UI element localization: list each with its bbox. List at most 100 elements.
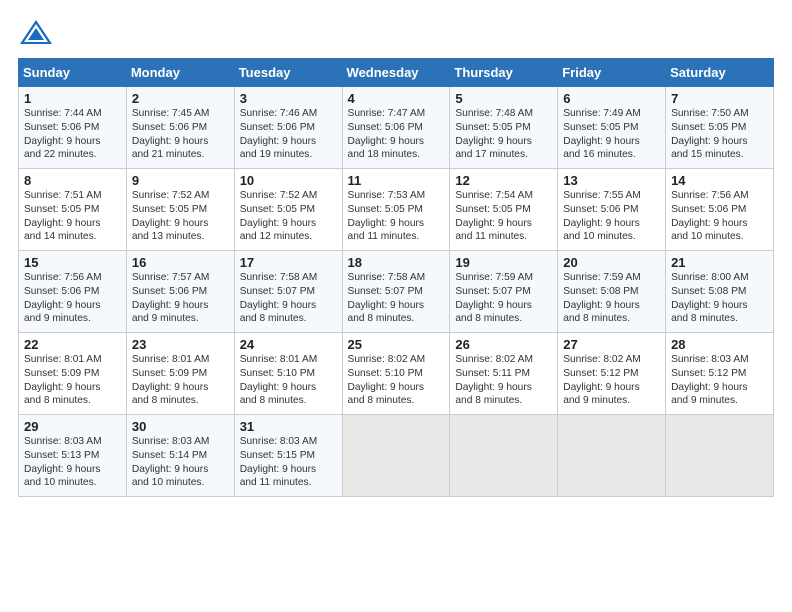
day-info: Sunrise: 7:58 AM Sunset: 5:07 PM Dayligh… xyxy=(240,271,337,326)
calendar-cell: 31Sunrise: 8:03 AM Sunset: 5:15 PM Dayli… xyxy=(234,415,342,497)
calendar-cell: 3Sunrise: 7:46 AM Sunset: 5:06 PM Daylig… xyxy=(234,87,342,169)
day-number: 22 xyxy=(24,337,121,352)
day-number: 10 xyxy=(240,173,337,188)
day-number: 4 xyxy=(348,91,445,106)
day-info: Sunrise: 7:54 AM Sunset: 5:05 PM Dayligh… xyxy=(455,189,552,244)
calendar-cell: 4Sunrise: 7:47 AM Sunset: 5:06 PM Daylig… xyxy=(342,87,450,169)
day-info: Sunrise: 7:47 AM Sunset: 5:06 PM Dayligh… xyxy=(348,107,445,162)
day-number: 3 xyxy=(240,91,337,106)
day-info: Sunrise: 7:49 AM Sunset: 5:05 PM Dayligh… xyxy=(563,107,660,162)
day-number: 5 xyxy=(455,91,552,106)
logo-icon xyxy=(18,18,54,48)
week-row-1: 1Sunrise: 7:44 AM Sunset: 5:06 PM Daylig… xyxy=(19,87,774,169)
calendar-cell: 28Sunrise: 8:03 AM Sunset: 5:12 PM Dayli… xyxy=(666,333,774,415)
day-number: 16 xyxy=(132,255,229,270)
day-info: Sunrise: 7:48 AM Sunset: 5:05 PM Dayligh… xyxy=(455,107,552,162)
day-number: 30 xyxy=(132,419,229,434)
calendar-cell: 26Sunrise: 8:02 AM Sunset: 5:11 PM Dayli… xyxy=(450,333,558,415)
calendar-cell: 25Sunrise: 8:02 AM Sunset: 5:10 PM Dayli… xyxy=(342,333,450,415)
day-number: 18 xyxy=(348,255,445,270)
calendar-cell: 2Sunrise: 7:45 AM Sunset: 5:06 PM Daylig… xyxy=(126,87,234,169)
day-number: 25 xyxy=(348,337,445,352)
day-info: Sunrise: 8:02 AM Sunset: 5:10 PM Dayligh… xyxy=(348,353,445,408)
calendar-cell: 22Sunrise: 8:01 AM Sunset: 5:09 PM Dayli… xyxy=(19,333,127,415)
day-info: Sunrise: 8:01 AM Sunset: 5:09 PM Dayligh… xyxy=(132,353,229,408)
day-info: Sunrise: 7:50 AM Sunset: 5:05 PM Dayligh… xyxy=(671,107,768,162)
week-row-5: 29Sunrise: 8:03 AM Sunset: 5:13 PM Dayli… xyxy=(19,415,774,497)
day-header-saturday: Saturday xyxy=(666,59,774,87)
day-header-sunday: Sunday xyxy=(19,59,127,87)
calendar-cell: 30Sunrise: 8:03 AM Sunset: 5:14 PM Dayli… xyxy=(126,415,234,497)
day-info: Sunrise: 8:03 AM Sunset: 5:12 PM Dayligh… xyxy=(671,353,768,408)
day-info: Sunrise: 8:03 AM Sunset: 5:14 PM Dayligh… xyxy=(132,435,229,490)
calendar-cell: 6Sunrise: 7:49 AM Sunset: 5:05 PM Daylig… xyxy=(558,87,666,169)
calendar-cell: 12Sunrise: 7:54 AM Sunset: 5:05 PM Dayli… xyxy=(450,169,558,251)
day-info: Sunrise: 7:59 AM Sunset: 5:08 PM Dayligh… xyxy=(563,271,660,326)
page-container: SundayMondayTuesdayWednesdayThursdayFrid… xyxy=(0,0,792,507)
calendar-cell: 21Sunrise: 8:00 AM Sunset: 5:08 PM Dayli… xyxy=(666,251,774,333)
calendar-cell xyxy=(342,415,450,497)
day-number: 31 xyxy=(240,419,337,434)
day-header-wednesday: Wednesday xyxy=(342,59,450,87)
week-row-3: 15Sunrise: 7:56 AM Sunset: 5:06 PM Dayli… xyxy=(19,251,774,333)
day-number: 26 xyxy=(455,337,552,352)
calendar-cell xyxy=(450,415,558,497)
week-row-2: 8Sunrise: 7:51 AM Sunset: 5:05 PM Daylig… xyxy=(19,169,774,251)
day-number: 28 xyxy=(671,337,768,352)
day-number: 13 xyxy=(563,173,660,188)
day-number: 6 xyxy=(563,91,660,106)
calendar-cell: 1Sunrise: 7:44 AM Sunset: 5:06 PM Daylig… xyxy=(19,87,127,169)
day-info: Sunrise: 7:52 AM Sunset: 5:05 PM Dayligh… xyxy=(132,189,229,244)
calendar-cell: 5Sunrise: 7:48 AM Sunset: 5:05 PM Daylig… xyxy=(450,87,558,169)
day-info: Sunrise: 7:53 AM Sunset: 5:05 PM Dayligh… xyxy=(348,189,445,244)
day-info: Sunrise: 8:02 AM Sunset: 5:12 PM Dayligh… xyxy=(563,353,660,408)
day-info: Sunrise: 7:52 AM Sunset: 5:05 PM Dayligh… xyxy=(240,189,337,244)
header xyxy=(18,18,774,48)
day-info: Sunrise: 7:57 AM Sunset: 5:06 PM Dayligh… xyxy=(132,271,229,326)
day-number: 15 xyxy=(24,255,121,270)
calendar-cell: 29Sunrise: 8:03 AM Sunset: 5:13 PM Dayli… xyxy=(19,415,127,497)
day-header-tuesday: Tuesday xyxy=(234,59,342,87)
day-info: Sunrise: 8:01 AM Sunset: 5:09 PM Dayligh… xyxy=(24,353,121,408)
calendar-cell: 18Sunrise: 7:58 AM Sunset: 5:07 PM Dayli… xyxy=(342,251,450,333)
day-info: Sunrise: 7:51 AM Sunset: 5:05 PM Dayligh… xyxy=(24,189,121,244)
day-number: 7 xyxy=(671,91,768,106)
calendar-cell: 8Sunrise: 7:51 AM Sunset: 5:05 PM Daylig… xyxy=(19,169,127,251)
day-info: Sunrise: 8:03 AM Sunset: 5:15 PM Dayligh… xyxy=(240,435,337,490)
day-number: 8 xyxy=(24,173,121,188)
day-number: 19 xyxy=(455,255,552,270)
calendar-cell: 15Sunrise: 7:56 AM Sunset: 5:06 PM Dayli… xyxy=(19,251,127,333)
calendar-cell: 19Sunrise: 7:59 AM Sunset: 5:07 PM Dayli… xyxy=(450,251,558,333)
day-header-friday: Friday xyxy=(558,59,666,87)
calendar-cell: 7Sunrise: 7:50 AM Sunset: 5:05 PM Daylig… xyxy=(666,87,774,169)
calendar-cell: 23Sunrise: 8:01 AM Sunset: 5:09 PM Dayli… xyxy=(126,333,234,415)
day-number: 21 xyxy=(671,255,768,270)
day-info: Sunrise: 7:56 AM Sunset: 5:06 PM Dayligh… xyxy=(671,189,768,244)
day-number: 29 xyxy=(24,419,121,434)
calendar-cell: 10Sunrise: 7:52 AM Sunset: 5:05 PM Dayli… xyxy=(234,169,342,251)
day-info: Sunrise: 7:58 AM Sunset: 5:07 PM Dayligh… xyxy=(348,271,445,326)
day-number: 9 xyxy=(132,173,229,188)
day-number: 2 xyxy=(132,91,229,106)
day-info: Sunrise: 7:46 AM Sunset: 5:06 PM Dayligh… xyxy=(240,107,337,162)
day-header-monday: Monday xyxy=(126,59,234,87)
calendar-cell xyxy=(558,415,666,497)
day-info: Sunrise: 8:03 AM Sunset: 5:13 PM Dayligh… xyxy=(24,435,121,490)
day-info: Sunrise: 7:59 AM Sunset: 5:07 PM Dayligh… xyxy=(455,271,552,326)
day-number: 1 xyxy=(24,91,121,106)
calendar-table: SundayMondayTuesdayWednesdayThursdayFrid… xyxy=(18,58,774,497)
calendar-cell xyxy=(666,415,774,497)
calendar-cell: 16Sunrise: 7:57 AM Sunset: 5:06 PM Dayli… xyxy=(126,251,234,333)
calendar-cell: 11Sunrise: 7:53 AM Sunset: 5:05 PM Dayli… xyxy=(342,169,450,251)
day-number: 11 xyxy=(348,173,445,188)
day-info: Sunrise: 8:02 AM Sunset: 5:11 PM Dayligh… xyxy=(455,353,552,408)
logo xyxy=(18,18,58,48)
calendar-cell: 27Sunrise: 8:02 AM Sunset: 5:12 PM Dayli… xyxy=(558,333,666,415)
day-info: Sunrise: 7:55 AM Sunset: 5:06 PM Dayligh… xyxy=(563,189,660,244)
day-info: Sunrise: 7:56 AM Sunset: 5:06 PM Dayligh… xyxy=(24,271,121,326)
day-info: Sunrise: 8:01 AM Sunset: 5:10 PM Dayligh… xyxy=(240,353,337,408)
day-number: 23 xyxy=(132,337,229,352)
day-info: Sunrise: 7:44 AM Sunset: 5:06 PM Dayligh… xyxy=(24,107,121,162)
day-number: 27 xyxy=(563,337,660,352)
day-number: 17 xyxy=(240,255,337,270)
